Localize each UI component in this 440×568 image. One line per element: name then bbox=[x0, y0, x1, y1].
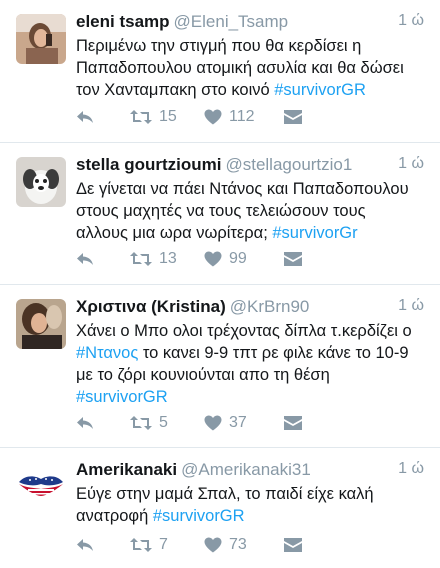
like-count: 112 bbox=[229, 108, 255, 125]
timestamp: 1 ώ bbox=[398, 12, 424, 29]
avatar[interactable] bbox=[16, 462, 66, 512]
tweet-actions: 15 112 bbox=[76, 106, 416, 128]
display-name[interactable]: Amerikanaki bbox=[76, 460, 177, 479]
reply-button[interactable] bbox=[76, 412, 94, 434]
display-name[interactable]: eleni tsamp bbox=[76, 12, 170, 31]
heart-icon bbox=[204, 415, 222, 431]
retweet-icon bbox=[130, 109, 152, 125]
timestamp: 1 ώ bbox=[398, 297, 424, 314]
retweet-icon bbox=[130, 537, 152, 553]
display-name[interactable]: stella gourtzioumi bbox=[76, 155, 221, 174]
timestamp: 1 ώ bbox=[398, 460, 424, 477]
hashtag-link[interactable]: #survivorGr bbox=[272, 224, 357, 242]
retweet-count: 15 bbox=[159, 108, 177, 125]
tweet-text-segment: Δε γίνεται να πάει Ντάνος και Παπαδοπουλ… bbox=[76, 180, 409, 242]
tweet-header: stella gourtzioumi @stellagourtzio1 1 ώ bbox=[76, 155, 430, 177]
tweet-feed: eleni tsamp @Eleni_Tsamp 1 ώ Περιμένω την… bbox=[0, 0, 440, 568]
retweet-button[interactable]: 13 bbox=[130, 248, 177, 270]
tweet-text: Περιμένω την στιγμή που θα κερδίσει η Πα… bbox=[76, 35, 431, 101]
reply-icon bbox=[76, 109, 94, 125]
tweet-actions: 5 37 bbox=[76, 412, 416, 434]
direct-message-button[interactable] bbox=[284, 534, 302, 556]
retweet-count: 13 bbox=[159, 250, 177, 267]
hashtag-link[interactable]: #survivorGR bbox=[274, 81, 366, 99]
tweet[interactable]: Amerikanaki @Amerikanaki31 1 ώ Εύγε στην … bbox=[0, 448, 440, 568]
avatar[interactable] bbox=[16, 14, 66, 64]
user-handle[interactable]: @Amerikanaki31 bbox=[181, 460, 311, 479]
tweet-text-segment: Χάνει ο Μπο ολοι τρέχοντας δίπλα τ.κερδί… bbox=[76, 322, 412, 340]
tweet[interactable]: Χριστινα (Kristina) @KrBrn90 1 ώ Χάνει ο … bbox=[0, 285, 440, 448]
like-button[interactable]: 73 bbox=[204, 534, 247, 556]
reply-button[interactable] bbox=[76, 534, 94, 556]
tweet-text: Χάνει ο Μπο ολοι τρέχοντας δίπλα τ.κερδί… bbox=[76, 320, 431, 408]
retweet-button[interactable]: 5 bbox=[130, 412, 168, 434]
heart-icon bbox=[204, 109, 222, 125]
direct-message-button[interactable] bbox=[284, 248, 302, 270]
envelope-icon bbox=[284, 538, 302, 552]
tweet-text: Δε γίνεται να πάει Ντάνος και Παπαδοπουλ… bbox=[76, 178, 431, 244]
reply-icon bbox=[76, 415, 94, 431]
like-button[interactable]: 37 bbox=[204, 412, 247, 434]
retweet-count: 5 bbox=[159, 414, 168, 431]
user-handle[interactable]: @KrBrn90 bbox=[230, 297, 310, 316]
tweet-header: eleni tsamp @Eleni_Tsamp 1 ώ bbox=[76, 12, 430, 34]
reply-icon bbox=[76, 537, 94, 553]
like-count: 99 bbox=[229, 250, 247, 267]
tweet-header: Amerikanaki @Amerikanaki31 1 ώ bbox=[76, 460, 430, 482]
retweet-button[interactable]: 15 bbox=[130, 106, 177, 128]
hashtag-link[interactable]: #survivorGR bbox=[153, 507, 245, 525]
avatar[interactable] bbox=[16, 157, 66, 207]
reply-button[interactable] bbox=[76, 106, 94, 128]
hashtag-link[interactable]: #Ντανος bbox=[76, 344, 138, 362]
heart-icon bbox=[204, 251, 222, 267]
envelope-icon bbox=[284, 110, 302, 124]
reply-icon bbox=[76, 251, 94, 267]
reply-button[interactable] bbox=[76, 248, 94, 270]
direct-message-button[interactable] bbox=[284, 106, 302, 128]
heart-icon bbox=[204, 537, 222, 553]
retweet-icon bbox=[130, 251, 152, 267]
user-handle[interactable]: @Eleni_Tsamp bbox=[174, 12, 289, 31]
tweet-text: Εύγε στην μαμά Σπαλ, το παιδί είχε καλή … bbox=[76, 483, 431, 527]
envelope-icon bbox=[284, 252, 302, 266]
tweet-header: Χριστινα (Kristina) @KrBrn90 1 ώ bbox=[76, 297, 430, 319]
tweet[interactable]: stella gourtzioumi @stellagourtzio1 1 ώ Δ… bbox=[0, 143, 440, 285]
hashtag-link[interactable]: #survivorGR bbox=[76, 388, 168, 406]
tweet-actions: 7 73 bbox=[76, 534, 416, 556]
like-count: 37 bbox=[229, 414, 247, 431]
tweet-actions: 13 99 bbox=[76, 248, 416, 270]
display-name[interactable]: Χριστινα (Kristina) bbox=[76, 297, 226, 316]
like-count: 73 bbox=[229, 536, 247, 553]
tweet[interactable]: eleni tsamp @Eleni_Tsamp 1 ώ Περιμένω την… bbox=[0, 0, 440, 143]
direct-message-button[interactable] bbox=[284, 412, 302, 434]
user-handle[interactable]: @stellagourtzio1 bbox=[225, 155, 352, 174]
envelope-icon bbox=[284, 416, 302, 430]
retweet-count: 7 bbox=[159, 536, 168, 553]
like-button[interactable]: 112 bbox=[204, 106, 255, 128]
retweet-button[interactable]: 7 bbox=[130, 534, 168, 556]
timestamp: 1 ώ bbox=[398, 155, 424, 172]
retweet-icon bbox=[130, 415, 152, 431]
avatar[interactable] bbox=[16, 299, 66, 349]
like-button[interactable]: 99 bbox=[204, 248, 247, 270]
